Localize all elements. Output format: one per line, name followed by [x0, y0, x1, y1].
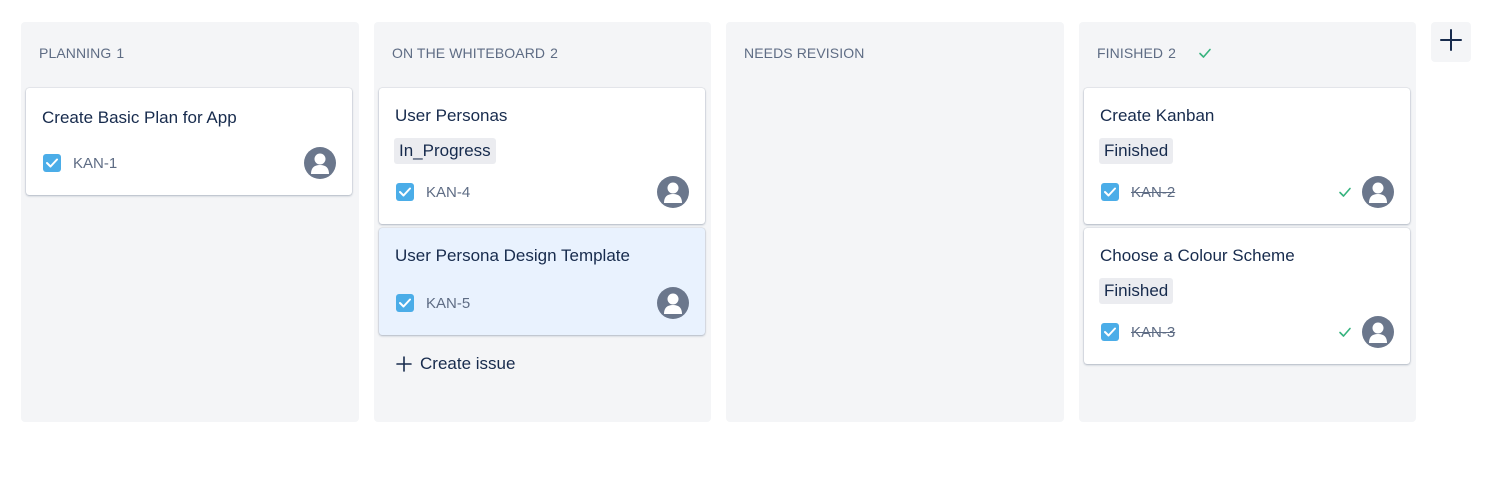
card-title: Choose a Colour Scheme [1100, 246, 1295, 265]
checkmark-icon [1198, 46, 1212, 60]
card-label: Finished [1099, 278, 1174, 304]
card-footer: KAN-3 [1101, 323, 1175, 341]
column-title: FINISHED [1097, 45, 1164, 61]
issue-card[interactable]: User Personas In_Progress KAN-4 [379, 88, 705, 224]
kanban-board: PLANNING 1 Create Basic Plan for App KAN… [0, 0, 1491, 502]
issue-key[interactable]: KAN-5 [426, 295, 470, 312]
card-label: Finished [1099, 138, 1174, 164]
user-avatar-icon[interactable] [304, 147, 336, 179]
user-avatar-icon[interactable] [657, 287, 689, 319]
column-header[interactable]: ON THE WHITEBOARD 2 [392, 44, 558, 62]
issue-card[interactable]: Create Basic Plan for App KAN-1 [26, 88, 352, 195]
checkbox-icon [1101, 183, 1119, 201]
create-issue-button[interactable]: Create issue [395, 352, 515, 376]
card-title: User Personas [395, 106, 508, 125]
checkbox-icon [396, 183, 414, 201]
issue-key[interactable]: KAN-3 [1131, 324, 1175, 341]
card-title: User Persona Design Template [395, 246, 630, 265]
checkbox-icon [396, 294, 414, 312]
card-footer: KAN-5 [396, 294, 470, 312]
create-issue-label: Create issue [420, 354, 516, 373]
checkbox-icon [1101, 323, 1119, 341]
issue-key[interactable]: KAN-4 [426, 184, 470, 201]
column-finished: FINISHED 2 Create Kanban Finished KAN-2 [1079, 22, 1416, 422]
card-footer: KAN-2 [1101, 183, 1175, 201]
column-title: PLANNING [39, 45, 112, 61]
card-footer: KAN-4 [396, 183, 470, 201]
card-label: In_Progress [394, 138, 496, 164]
column-count: 1 [116, 45, 125, 61]
column-planning: PLANNING 1 Create Basic Plan for App KAN… [21, 22, 359, 422]
card-title: Create Kanban [1100, 106, 1215, 125]
plus-icon [1439, 28, 1463, 57]
column-header[interactable]: PLANNING 1 [39, 44, 124, 62]
issue-key[interactable]: KAN-1 [73, 155, 117, 172]
issue-card[interactable]: Create Kanban Finished KAN-2 [1084, 88, 1410, 224]
user-avatar-icon[interactable] [1362, 176, 1394, 208]
column-title: ON THE WHITEBOARD [392, 45, 546, 61]
column-count: 2 [1168, 45, 1177, 61]
add-column-button[interactable] [1431, 22, 1471, 62]
checkbox-icon [43, 154, 61, 172]
user-avatar-icon[interactable] [657, 176, 689, 208]
column-needs-revision: NEEDS REVISION [726, 22, 1064, 422]
checkmark-icon [1338, 185, 1352, 199]
column-count: 2 [550, 45, 559, 61]
column-header[interactable]: NEEDS REVISION [744, 44, 869, 62]
checkmark-icon [1338, 325, 1352, 339]
column-title: NEEDS REVISION [744, 45, 865, 61]
column-header[interactable]: FINISHED 2 [1097, 44, 1212, 62]
column-on-the-whiteboard: ON THE WHITEBOARD 2 User Personas In_Pro… [374, 22, 711, 422]
plus-icon [395, 355, 413, 373]
card-footer: KAN-1 [43, 154, 117, 172]
user-avatar-icon[interactable] [1362, 316, 1394, 348]
issue-key[interactable]: KAN-2 [1131, 184, 1175, 201]
issue-card[interactable]: User Persona Design Template KAN-5 [379, 228, 705, 335]
card-title: Create Basic Plan for App [42, 108, 237, 127]
issue-card[interactable]: Choose a Colour Scheme Finished KAN-3 [1084, 228, 1410, 364]
